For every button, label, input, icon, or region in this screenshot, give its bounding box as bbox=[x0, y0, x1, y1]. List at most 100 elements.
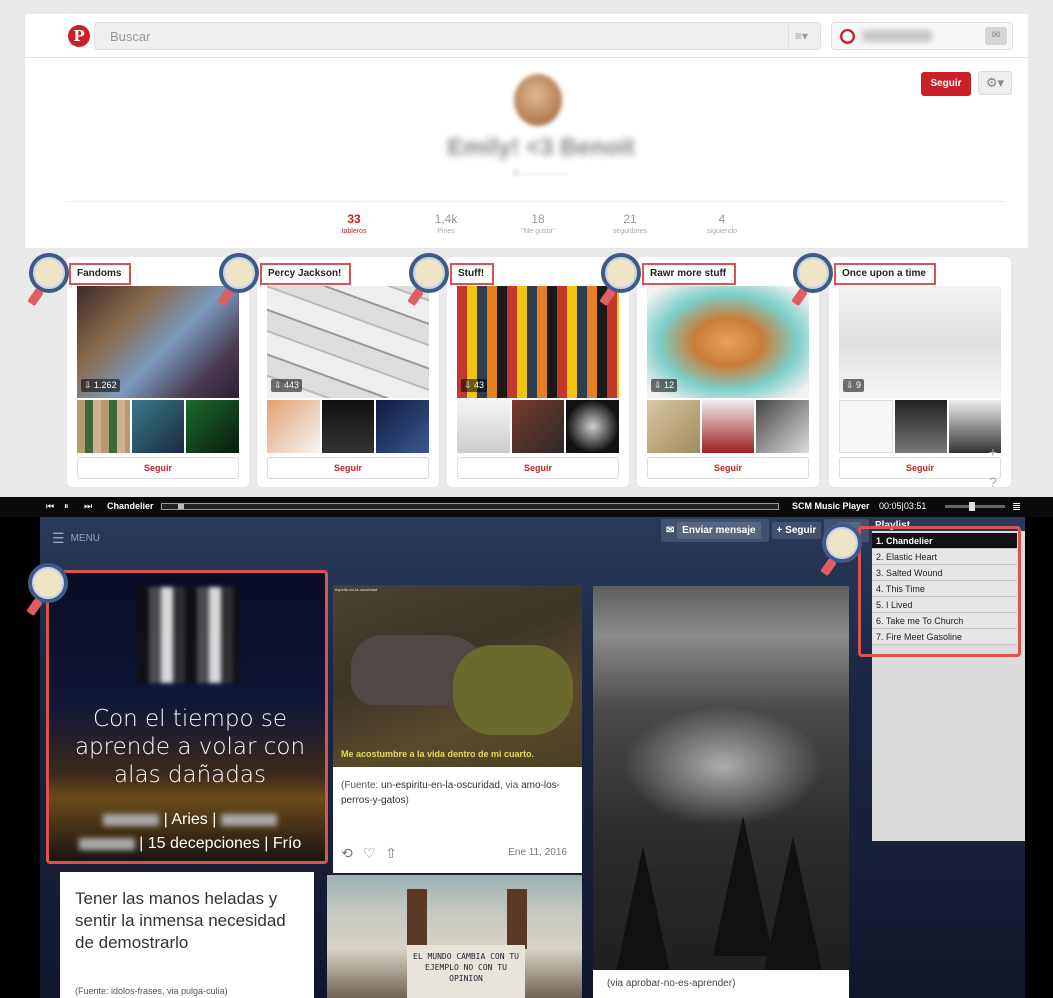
board-title[interactable]: Once upon a time bbox=[834, 263, 936, 285]
magnifier-icon bbox=[791, 253, 837, 307]
pause-icon[interactable]: ⏸ bbox=[64, 501, 69, 512]
image-watermark: espíritu-en-la-oscuridad bbox=[335, 587, 378, 592]
next-icon[interactable]: ⏭ bbox=[84, 501, 92, 512]
follow-board-button[interactable]: Seguir bbox=[647, 457, 809, 479]
previous-icon[interactable]: ⏮ bbox=[46, 501, 54, 512]
username-blurred bbox=[862, 30, 932, 42]
search-input[interactable]: Buscar ≡▾ bbox=[94, 22, 821, 50]
pinterest-logo-icon[interactable]: P bbox=[68, 25, 90, 47]
stat-boards[interactable]: 33 tableros bbox=[314, 212, 394, 235]
stat-likes[interactable]: 18 "Me gusta" bbox=[498, 212, 578, 235]
source-text: , via bbox=[499, 780, 522, 791]
follow-board-button[interactable]: Seguir bbox=[457, 457, 619, 479]
source-link[interactable]: un-espiritu-en-la-oscuridad bbox=[381, 780, 500, 791]
send-message-button[interactable]: ✉ Enviar mensaje bbox=[661, 519, 769, 542]
help-icon[interactable]: ? bbox=[984, 473, 1002, 491]
stat-label: seguidores bbox=[612, 228, 648, 235]
messages-icon[interactable]: ✉ bbox=[985, 27, 1007, 45]
board-title[interactable]: Rawr more stuff bbox=[642, 263, 737, 285]
follow-button[interactable]: Seguir bbox=[921, 72, 971, 96]
magnifier-icon bbox=[820, 523, 866, 577]
volume-slider[interactable] bbox=[945, 502, 1005, 511]
menu-button[interactable]: ☰ MENU bbox=[52, 530, 100, 547]
follow-board-button[interactable]: Seguir bbox=[267, 457, 429, 479]
thumbnail[interactable] bbox=[77, 400, 130, 453]
thumbnail[interactable] bbox=[566, 400, 620, 453]
reblog-icon[interactable]: ⟲ bbox=[341, 845, 353, 861]
blurred-text bbox=[78, 837, 135, 850]
post-image[interactable] bbox=[623, 706, 823, 826]
post-actions: ⟲ ♡ ⇧ bbox=[341, 845, 407, 862]
board-title[interactable]: Stuff! bbox=[450, 263, 495, 285]
thumbnail[interactable] bbox=[321, 400, 375, 453]
stat-value: 4 bbox=[718, 212, 726, 226]
settings-gear-icon[interactable]: ⚙▾ bbox=[978, 71, 1012, 95]
follow-board-button[interactable]: Seguir bbox=[839, 457, 1001, 479]
thumbnail[interactable] bbox=[267, 400, 320, 453]
pinterest-screenshot: P Buscar ≡▾ ⬤ ✉ Seguir ⚙▾ Emily! <3 Beno… bbox=[0, 0, 1053, 497]
like-icon[interactable]: ♡ bbox=[363, 845, 376, 861]
post-card[interactable]: EL MUNDO CAMBIA CON TU EJEMPLO NO CON TU… bbox=[327, 875, 582, 998]
follow-board-button[interactable]: Seguir bbox=[77, 457, 239, 479]
stat-followers[interactable]: 21 seguidores bbox=[590, 212, 670, 235]
thumbnail[interactable] bbox=[756, 400, 810, 453]
follow-blog-button[interactable]: + Seguir bbox=[771, 522, 822, 539]
stat-label: Pines bbox=[437, 228, 455, 235]
thumbnail[interactable] bbox=[839, 400, 893, 453]
avatar bbox=[514, 74, 562, 126]
pin-icon: ⬤ bbox=[840, 29, 855, 44]
add-icon[interactable]: + bbox=[984, 443, 1002, 461]
post-image[interactable]: espíritu-en-la-oscuridad Me acostumbre a… bbox=[333, 585, 582, 767]
user-menu[interactable]: ⬤ ✉ bbox=[831, 22, 1013, 50]
source-text: ) bbox=[405, 795, 409, 806]
post-card[interactable]: espíritu-en-la-oscuridad Me acostumbre a… bbox=[333, 585, 582, 873]
profile-subtitle-blurred: © ————— bbox=[512, 168, 568, 178]
board-title[interactable]: Percy Jackson! bbox=[260, 263, 352, 285]
stat-following[interactable]: 4 siguiendo bbox=[682, 212, 762, 235]
image-figure bbox=[507, 889, 527, 949]
thumbnail[interactable] bbox=[457, 400, 510, 453]
stat-pins[interactable]: 1,4k Pines bbox=[406, 212, 486, 235]
thumbnail[interactable] bbox=[376, 400, 430, 453]
menu-icon[interactable]: ≡▾ bbox=[788, 25, 814, 47]
playlist-toggle-icon[interactable]: ≣ bbox=[1012, 500, 1021, 513]
stat-value: 21 bbox=[623, 212, 637, 226]
magnifier-icon bbox=[599, 253, 645, 307]
thumbnail[interactable] bbox=[647, 400, 700, 453]
pin-count-value: 12 bbox=[664, 380, 675, 390]
tumblr-screenshot: ⏮ ⏸ ⏭ Chandelier SCM Music Player 00:05|… bbox=[0, 497, 1053, 998]
magnifier-icon bbox=[26, 563, 72, 617]
profile-panel: P Buscar ≡▾ ⬤ ✉ Seguir ⚙▾ Emily! <3 Beno… bbox=[25, 14, 1028, 248]
info-line: | 15 decepciones | Frío bbox=[59, 835, 321, 853]
search-placeholder: Buscar bbox=[110, 29, 151, 44]
thumbnail[interactable] bbox=[131, 400, 185, 453]
post-source[interactable]: (Fuente: idolos-frases, via pulga-culia) bbox=[75, 986, 228, 996]
post-date[interactable]: Ene 11, 2016 bbox=[508, 847, 567, 858]
menu-label: MENU bbox=[70, 533, 101, 545]
post-card[interactable]: Tener las manos heladas y sentir la inme… bbox=[60, 872, 314, 998]
thumbnail[interactable] bbox=[186, 400, 240, 453]
current-song: Chandelier bbox=[107, 501, 154, 511]
stat-label: "Me gusta" bbox=[521, 228, 555, 235]
thumbnail[interactable] bbox=[895, 400, 947, 453]
stat-value: 33 bbox=[347, 212, 361, 226]
thumbnail[interactable] bbox=[511, 400, 565, 453]
volume-handle[interactable] bbox=[969, 502, 975, 511]
music-player: ⏮ ⏸ ⏭ Chandelier SCM Music Player 00:05|… bbox=[0, 497, 1053, 517]
post-source[interactable]: (via aprobar-no-es-aprender) bbox=[593, 970, 849, 998]
magnifier-icon bbox=[407, 253, 453, 307]
player-name: SCM Music Player bbox=[792, 501, 870, 511]
progress-bar[interactable] bbox=[161, 503, 779, 510]
thumbnail[interactable] bbox=[701, 400, 755, 453]
player-time: 00:05|03:51 bbox=[879, 501, 927, 511]
progress-handle[interactable] bbox=[178, 504, 184, 509]
share-icon[interactable]: ⇧ bbox=[385, 845, 397, 861]
send-message-label: Enviar mensaje bbox=[677, 522, 761, 539]
board-title[interactable]: Fandoms bbox=[69, 263, 132, 285]
stat-label: siguiendo bbox=[707, 228, 737, 235]
info-line: | Aries | bbox=[59, 811, 321, 829]
board-thumbnails bbox=[77, 400, 240, 453]
blog-header-card: Con el tiempo se aprende a volar con ala… bbox=[46, 570, 328, 864]
board-card[interactable]: ⇩ 12 Seguir bbox=[637, 257, 819, 487]
post-card[interactable]: (via aprobar-no-es-aprender) bbox=[593, 586, 849, 998]
